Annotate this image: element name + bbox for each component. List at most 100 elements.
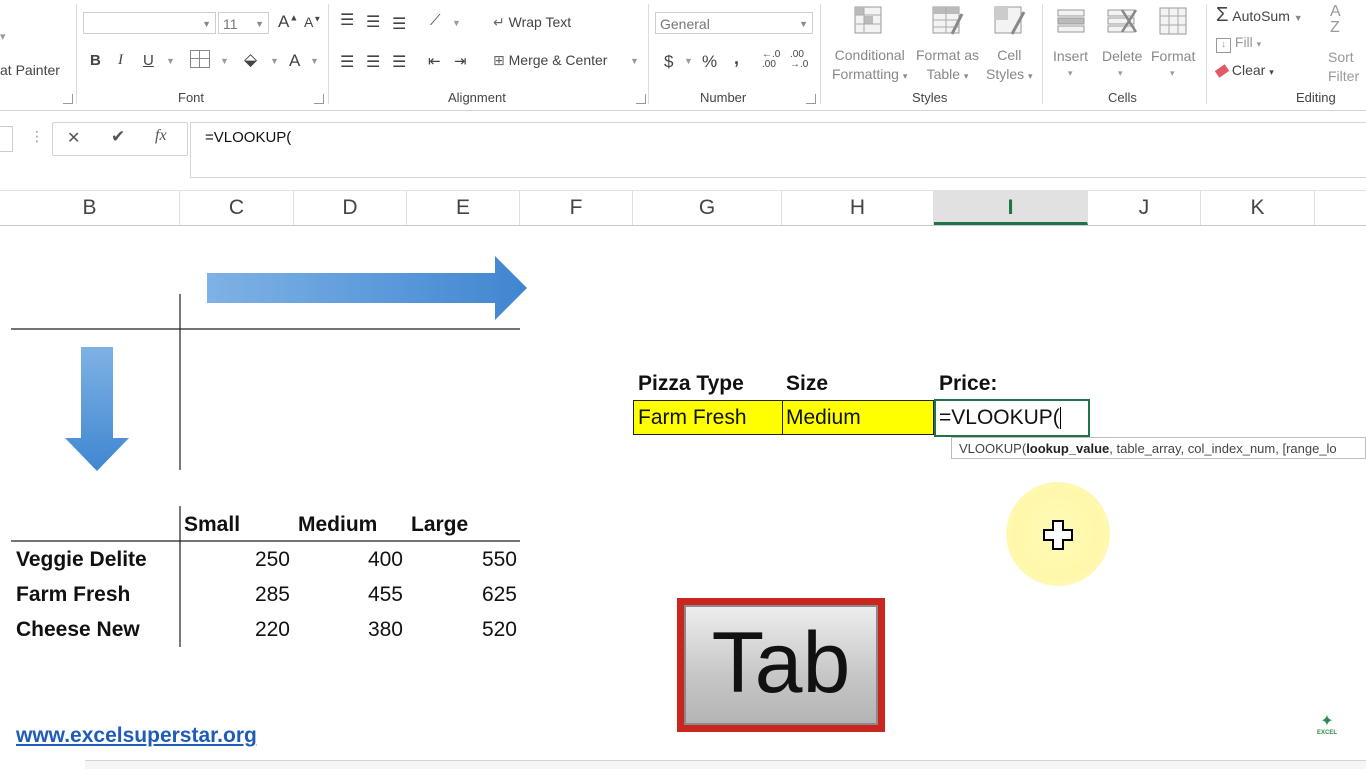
column-header-l[interactable] xyxy=(1315,191,1366,225)
website-link[interactable]: www.excelsuperstar.org xyxy=(16,724,257,748)
row-label-cheese-new[interactable]: Cheese New xyxy=(16,618,140,642)
row-label-veggie-delite[interactable]: Veggie Delite xyxy=(16,548,147,572)
tooltip-current-arg[interactable]: lookup_value xyxy=(1026,441,1109,456)
increase-indent-icon[interactable]: ⇥ xyxy=(454,52,467,70)
column-header-i[interactable]: I xyxy=(934,191,1088,225)
comma-button[interactable]: , xyxy=(734,48,739,69)
insert-button[interactable]: Insert xyxy=(1053,48,1088,64)
column-header-b[interactable]: B xyxy=(0,191,180,225)
decrease-decimal-icon[interactable]: .00 →.0 xyxy=(790,50,808,70)
format-painter-button[interactable]: at Painter xyxy=(0,62,60,78)
cells-group-label: Cells xyxy=(1108,90,1137,105)
font-launcher-icon[interactable] xyxy=(314,94,324,104)
format-button[interactable]: Format xyxy=(1151,48,1195,64)
chevron-down-icon[interactable]: ▾ xyxy=(1068,68,1073,79)
formula-input[interactable]: =VLOOKUP( xyxy=(190,122,1366,178)
chevron-down-icon[interactable]: ▾ xyxy=(1118,68,1123,79)
cancel-icon[interactable]: ✕ xyxy=(67,128,80,148)
formula-bar: ⋮ ✕ ✔ fx =VLOOKUP( xyxy=(0,112,1366,178)
name-box[interactable] xyxy=(0,126,13,152)
chevron-down-icon[interactable]: ▼ xyxy=(630,56,639,66)
chevron-down-icon[interactable]: ▾ xyxy=(1170,68,1175,79)
header-small[interactable]: Small xyxy=(184,513,240,537)
font-color-button[interactable]: A xyxy=(289,51,300,71)
cell-cheese-medium[interactable]: 380 xyxy=(323,618,403,642)
cell-farm-medium[interactable]: 455 xyxy=(323,583,403,607)
align-left-icon[interactable]: ☰ xyxy=(340,52,354,72)
italic-button[interactable]: I xyxy=(118,52,123,69)
chevron-down-icon[interactable]: ▼ xyxy=(270,56,279,66)
currency-button[interactable]: $ xyxy=(664,52,673,72)
chevron-down-icon[interactable]: ▼ xyxy=(310,56,319,66)
price-label[interactable]: Price: xyxy=(939,372,997,396)
column-header-f[interactable]: F xyxy=(520,191,633,225)
shrink-font-button[interactable]: A▼ xyxy=(304,14,321,30)
cell-veggie-large[interactable]: 550 xyxy=(437,548,517,572)
fill-button[interactable]: ↓ Fill ▾ xyxy=(1216,34,1261,53)
column-header-c[interactable]: C xyxy=(180,191,294,225)
align-top-icon[interactable]: ☰ xyxy=(340,10,354,30)
pizza-type-value[interactable]: Farm Fresh xyxy=(638,406,747,430)
column-header-d[interactable]: D xyxy=(294,191,407,225)
chevron-down-icon[interactable]: ▼ xyxy=(166,56,175,66)
alignment-launcher-icon[interactable] xyxy=(636,94,646,104)
percent-button[interactable]: % xyxy=(702,52,717,72)
cell-veggie-small[interactable]: 250 xyxy=(210,548,290,572)
conditional-formatting-button[interactable]: Conditional Formatting ▾ xyxy=(832,46,907,86)
chevron-down-icon[interactable]: ▼ xyxy=(220,56,229,66)
column-header-g[interactable]: G xyxy=(633,191,782,225)
more-icon: ⋮ xyxy=(30,128,44,144)
row-label-farm-fresh[interactable]: Farm Fresh xyxy=(16,583,130,607)
delete-button[interactable]: Delete xyxy=(1102,48,1142,64)
cell-farm-small[interactable]: 285 xyxy=(210,583,290,607)
format-as-table-button[interactable]: Format as Table ▾ xyxy=(916,46,979,86)
active-cell-editor[interactable]: =VLOOKUP( xyxy=(939,406,1061,430)
align-center-icon[interactable]: ☰ xyxy=(366,52,380,72)
cell-cheese-large[interactable]: 520 xyxy=(437,618,517,642)
size-label[interactable]: Size xyxy=(786,372,828,396)
clipboard-launcher-icon[interactable] xyxy=(63,94,73,104)
chevron-down-icon[interactable]: ▼ xyxy=(452,18,461,28)
cell-styles-label: Cell xyxy=(997,47,1022,63)
size-value[interactable]: Medium xyxy=(786,406,861,430)
font-size-dropdown[interactable]: 11 ▼ xyxy=(218,12,269,34)
chevron-down-icon[interactable]: ▼ xyxy=(684,56,693,66)
decrease-indent-icon[interactable]: ⇤ xyxy=(428,52,441,70)
orientation-icon[interactable]: ⟋ xyxy=(430,12,441,29)
tooltip-function-name[interactable]: VLOOKUP( xyxy=(959,441,1026,456)
group-separator xyxy=(1042,4,1043,104)
align-bottom-icon[interactable]: ☰ xyxy=(392,14,406,34)
tooltip-remaining-args: , table_array, col_index_num, [range_lo xyxy=(1109,441,1337,456)
column-header-h[interactable]: H xyxy=(782,191,934,225)
clear-button[interactable]: Clear ▾ xyxy=(1214,62,1274,78)
increase-decimal-icon[interactable]: ←.0.00 xyxy=(762,50,780,70)
grow-font-button[interactable]: A▲ xyxy=(278,12,298,32)
sort-label: Sort xyxy=(1328,49,1354,65)
bold-button[interactable]: B xyxy=(90,52,101,69)
header-large[interactable]: Large xyxy=(411,513,468,537)
column-header-e[interactable]: E xyxy=(407,191,520,225)
cell-farm-large[interactable]: 625 xyxy=(437,583,517,607)
number-launcher-icon[interactable] xyxy=(806,94,816,104)
align-right-icon[interactable]: ☰ xyxy=(392,52,406,72)
underline-button[interactable]: U xyxy=(143,52,154,69)
align-middle-icon[interactable]: ☰ xyxy=(366,12,380,32)
cell-veggie-medium[interactable]: 400 xyxy=(323,548,403,572)
wrap-text-button[interactable]: ↵ Wrap Text xyxy=(493,14,571,31)
fill-color-icon[interactable]: ⬙ xyxy=(244,50,257,70)
header-medium[interactable]: Medium xyxy=(298,513,377,537)
font-name-dropdown[interactable]: ▼ xyxy=(83,12,216,34)
autosum-button[interactable]: Σ AutoSum ▼ xyxy=(1216,4,1303,27)
chevron-down-icon[interactable]: ▾ xyxy=(0,30,6,43)
enter-icon[interactable]: ✔ xyxy=(111,127,125,147)
borders-icon[interactable] xyxy=(190,50,210,68)
insert-function-icon[interactable]: fx xyxy=(155,127,167,145)
number-format-dropdown[interactable]: General ▼ xyxy=(655,12,813,34)
cell-cheese-small[interactable]: 220 xyxy=(210,618,290,642)
merge-center-button[interactable]: ⊞ Merge & Center xyxy=(493,52,607,69)
pizza-type-label[interactable]: Pizza Type xyxy=(638,372,744,396)
column-header-k[interactable]: K xyxy=(1201,191,1315,225)
sort-filter-button[interactable]: Sort Filter xyxy=(1328,48,1359,86)
cell-styles-button[interactable]: Cell Styles ▾ xyxy=(986,46,1033,86)
column-header-j[interactable]: J xyxy=(1088,191,1201,225)
